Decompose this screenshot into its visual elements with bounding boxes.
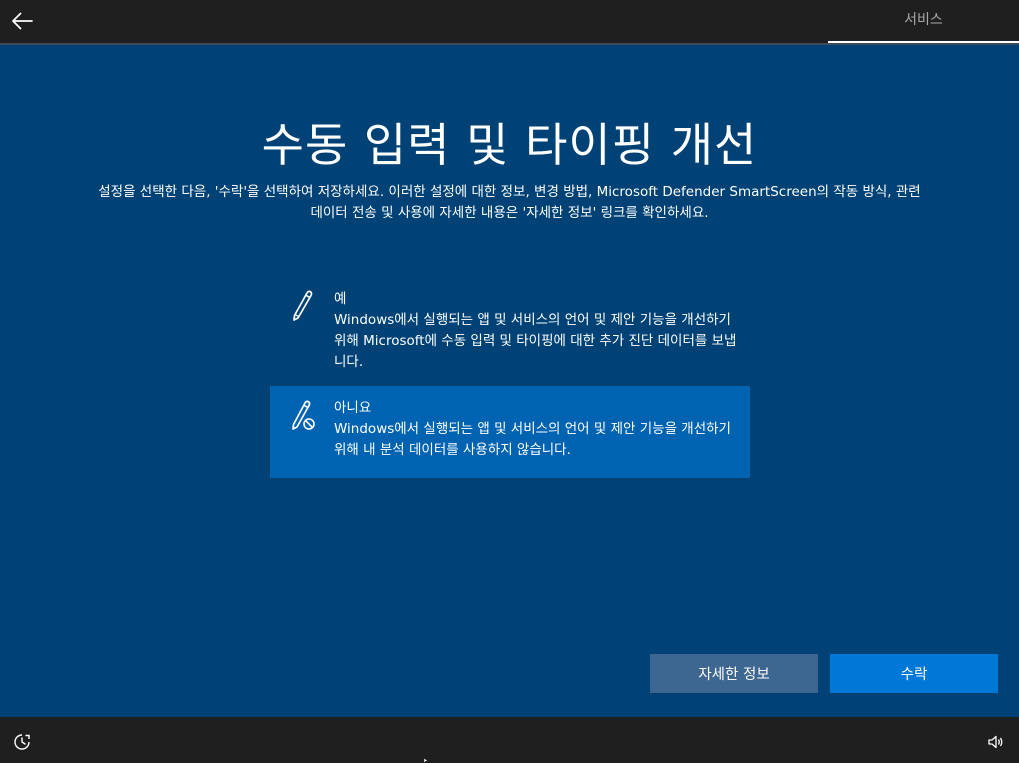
bottom-bar bbox=[0, 717, 1019, 763]
main-panel: 수동 입력 및 타이핑 개선 설정을 선택한 다음, '수락'을 선택하여 저장… bbox=[0, 43, 1019, 717]
volume-icon bbox=[988, 735, 1003, 749]
volume-button[interactable] bbox=[984, 730, 1008, 754]
option-no-description: Windows에서 실행되는 앱 및 서비스의 언어 및 제안 기능을 개선하기… bbox=[334, 421, 731, 458]
mouse-cursor-icon bbox=[424, 758, 430, 763]
ease-of-access-icon bbox=[14, 734, 30, 750]
option-yes[interactable]: 예 Windows에서 실행되는 앱 및 서비스의 언어 및 제안 기능을 개선… bbox=[270, 277, 750, 373]
option-no[interactable]: 아니요 Windows에서 실행되는 앱 및 서비스의 언어 및 제안 기능을 … bbox=[270, 386, 750, 478]
option-yes-description: Windows에서 실행되는 앱 및 서비스의 언어 및 제안 기능을 개선하기… bbox=[334, 312, 737, 370]
tab-services[interactable]: 서비스 bbox=[828, 0, 1019, 43]
ease-of-access-button[interactable] bbox=[10, 730, 34, 754]
option-no-text: 아니요 Windows에서 실행되는 앱 및 서비스의 언어 및 제안 기능을 … bbox=[334, 398, 744, 461]
back-button[interactable] bbox=[6, 6, 38, 36]
option-no-label: 아니요 bbox=[334, 400, 372, 416]
pen-icon bbox=[293, 290, 313, 321]
page-title: 수동 입력 및 타이핑 개선 bbox=[261, 118, 758, 172]
page-subtitle: 설정을 선택한 다음, '수락'을 선택하여 저장하세요. 이러한 설정에 대한… bbox=[40, 182, 979, 224]
top-bar: 서비스 bbox=[0, 0, 1019, 43]
pen-disabled-icon bbox=[292, 400, 315, 430]
arrow-left-icon bbox=[12, 12, 33, 30]
option-yes-text: 예 Windows에서 실행되는 앱 및 서비스의 언어 및 제안 기능을 개선… bbox=[334, 289, 744, 373]
learn-more-button[interactable]: 자세한 정보 bbox=[650, 654, 818, 693]
subtitle-line-1: 설정을 선택한 다음, '수락'을 선택하여 저장하세요. 이러한 설정에 대한… bbox=[98, 184, 921, 200]
tab-services-label: 서비스 bbox=[904, 11, 943, 28]
subtitle-line-2: 데이터 전송 및 사용에 자세한 내용은 '자세한 정보' 링크를 확인하세요. bbox=[310, 205, 709, 221]
accept-button[interactable]: 수락 bbox=[830, 654, 998, 693]
option-yes-label: 예 bbox=[334, 291, 347, 307]
